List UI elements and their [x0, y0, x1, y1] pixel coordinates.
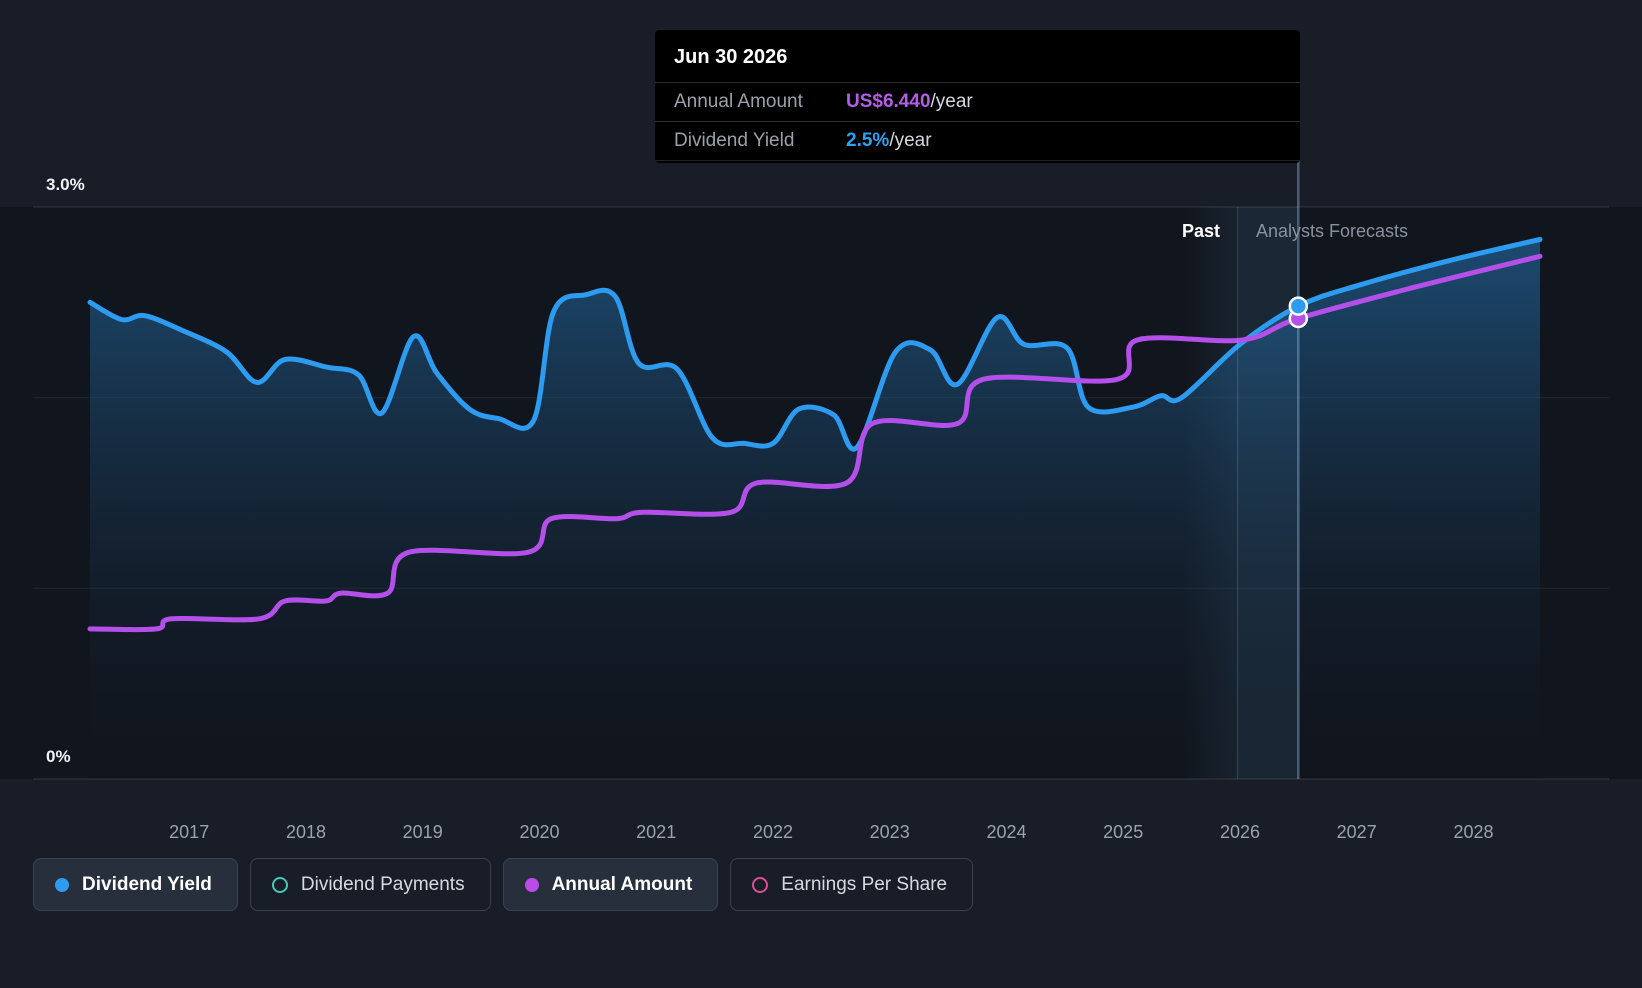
- y-axis-min-label: 0%: [46, 747, 71, 766]
- legend-label: Dividend Yield: [82, 873, 212, 895]
- legend-label: Annual Amount: [551, 873, 693, 895]
- tooltip-value-group: 2.5%/year: [846, 130, 932, 152]
- tooltip-row-dividend-yield: Dividend Yield 2.5%/year: [655, 122, 1300, 161]
- legend-label: Dividend Payments: [300, 873, 465, 895]
- legend-label: Earnings Per Share: [781, 873, 948, 895]
- tooltip-label: Annual Amount: [674, 91, 803, 112]
- chart-legend: Dividend Yield Dividend Payments Annual …: [33, 858, 974, 911]
- legend-earnings-per-share[interactable]: Earnings Per Share: [730, 858, 974, 911]
- tooltip-suffix: /year: [889, 130, 932, 151]
- past-region-label: Past: [1181, 221, 1220, 241]
- legend-annual-amount[interactable]: Annual Amount: [502, 858, 719, 911]
- earnings-per-share-circle-icon: [752, 876, 769, 893]
- dividend-yield-dot-icon: [55, 877, 69, 892]
- dividend-payments-circle-icon: [271, 876, 288, 893]
- annual-amount-dot-icon: [524, 877, 539, 892]
- tooltip-row-annual-amount: Annual Amount US$6.440/year: [655, 83, 1300, 122]
- dividend-yield-marker[interactable]: [1288, 296, 1309, 316]
- tooltip-suffix: /year: [930, 91, 973, 112]
- tooltip-value: 2.5%: [846, 130, 890, 151]
- tooltip-value-group: US$6.440/year: [846, 91, 973, 113]
- tooltip-label: Dividend Yield: [674, 130, 795, 151]
- y-axis-max-label: 3.0%: [46, 175, 85, 194]
- forecast-region-label: Analysts Forecasts: [1256, 221, 1409, 241]
- legend-dividend-yield[interactable]: Dividend Yield: [33, 858, 238, 911]
- dividend-chart-panel: 3.0% 0% Past Analysts Forecasts 2017 2018…: [0, 0, 1642, 988]
- tooltip-value: US$6.440: [846, 91, 931, 112]
- legend-dividend-payments[interactable]: Dividend Payments: [249, 858, 491, 911]
- tooltip-date: Jun 30 2026: [655, 34, 1300, 83]
- chart-tooltip: Jun 30 2026 Annual Amount US$6.440/year …: [655, 30, 1300, 163]
